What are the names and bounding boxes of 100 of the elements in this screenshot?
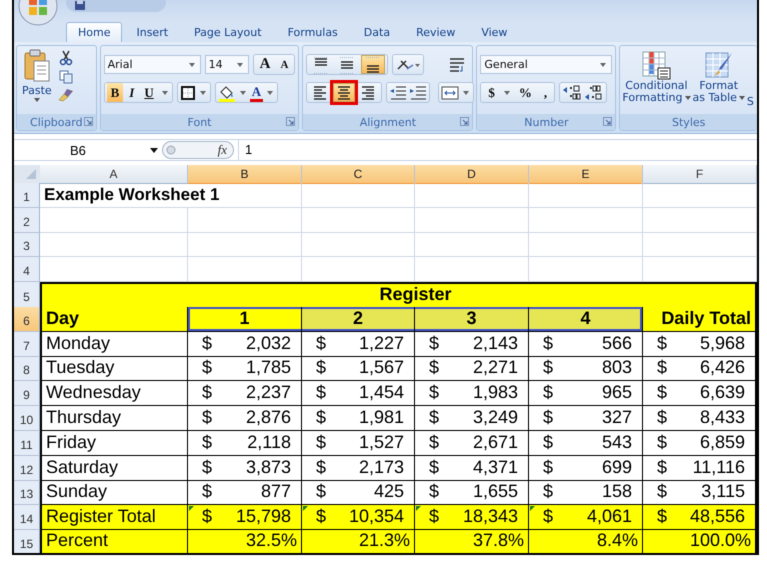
dialog-launcher-icon[interactable] xyxy=(460,117,470,126)
table-cell[interactable]: $ 6,859 xyxy=(643,430,757,456)
italic-button[interactable]: I xyxy=(125,83,138,102)
dialog-launcher-icon[interactable] xyxy=(603,117,612,126)
column-header[interactable]: A xyxy=(40,165,188,184)
scissors-icon[interactable] xyxy=(58,50,73,66)
currency-button[interactable]: $ xyxy=(483,83,500,102)
fill-color-icon[interactable] xyxy=(218,84,236,102)
caret-icon[interactable] xyxy=(200,90,206,94)
table-cell[interactable]: Register Total xyxy=(40,505,188,530)
underline-button[interactable]: U xyxy=(140,83,158,102)
table-cell[interactable]: 21.3% xyxy=(302,530,415,553)
table-cell[interactable]: $ 3,873 xyxy=(188,456,302,481)
table-cell[interactable]: $ 1,227 xyxy=(302,332,415,357)
table-cell[interactable]: $ 8,433 xyxy=(643,406,757,431)
table-cell[interactable]: 4 xyxy=(529,306,643,332)
ribbon-tab[interactable]: View xyxy=(469,22,520,42)
font-size-field[interactable]: 14 xyxy=(204,55,249,74)
table-cell[interactable]: $ 11,116 xyxy=(643,456,757,481)
table-cell[interactable]: Tuesday xyxy=(40,356,188,382)
table-cell[interactable]: $ 1,567 xyxy=(302,356,415,382)
table-cell[interactable]: $ 965 xyxy=(529,381,643,406)
table-cell[interactable]: 100.0% xyxy=(643,530,757,553)
table-cell[interactable]: 1 xyxy=(188,306,302,332)
table-cell[interactable]: $ 803 xyxy=(529,356,643,382)
ribbon-tab[interactable]: Formulas xyxy=(276,22,350,42)
bottom-align-button[interactable] xyxy=(361,55,386,74)
row-header[interactable]: 3 xyxy=(14,232,40,258)
font-name-field[interactable]: Arial xyxy=(104,55,201,74)
ribbon-tab[interactable]: Data xyxy=(352,22,402,42)
table-cell[interactable]: $ 2,173 xyxy=(302,456,415,481)
table-cell[interactable]: $ 2,237 xyxy=(188,381,302,406)
dialog-launcher-icon[interactable] xyxy=(84,117,93,126)
table-cell[interactable]: $ 1,983 xyxy=(415,381,529,406)
percent-button[interactable]: % xyxy=(514,83,537,102)
copy-icon[interactable] xyxy=(58,70,73,84)
insert-function-button[interactable]: fx xyxy=(218,142,227,158)
table-cell[interactable]: $ 2,143 xyxy=(415,332,529,357)
table-cell[interactable]: 37.8% xyxy=(415,530,529,553)
decrease-indent-icon[interactable] xyxy=(389,84,408,100)
conditional-formatting-button[interactable]: Conditional Formatting xyxy=(621,50,692,104)
table-cell[interactable]: 32.5% xyxy=(188,530,302,553)
row-header[interactable]: 11 xyxy=(14,430,40,456)
table-cell[interactable]: Percent xyxy=(40,530,188,553)
row-header[interactable]: 14 xyxy=(14,505,40,530)
comma-button[interactable]: , xyxy=(538,83,552,102)
row-header[interactable]: 6 xyxy=(14,306,40,332)
increase-decimal-icon[interactable] xyxy=(562,84,582,100)
table-cell[interactable]: $ 15,798 xyxy=(188,505,302,530)
wrap-text-icon[interactable] xyxy=(448,56,466,74)
number-format-field[interactable]: General xyxy=(480,55,612,74)
row-header[interactable]: 4 xyxy=(14,257,40,282)
table-cell[interactable]: $ 2,671 xyxy=(415,430,529,456)
table-cell[interactable]: Wednesday xyxy=(40,381,188,406)
table-cell[interactable]: $ 5,968 xyxy=(643,332,757,357)
borders-icon[interactable] xyxy=(180,84,196,100)
table-cell[interactable]: Saturday xyxy=(40,456,188,481)
table-cell[interactable]: $ 327 xyxy=(529,406,643,431)
table-cell[interactable]: $ 1,454 xyxy=(302,381,415,406)
table-cell[interactable]: $ 2,118 xyxy=(188,430,302,456)
save-icon[interactable] xyxy=(74,1,86,11)
formula-field[interactable]: 1 xyxy=(238,140,757,160)
row-header[interactable]: 13 xyxy=(14,480,40,506)
name-box[interactable]: B6 xyxy=(14,140,162,160)
table-cell[interactable]: $ 4,061 xyxy=(529,505,643,530)
row-header[interactable]: 7 xyxy=(14,332,40,357)
table-cell[interactable]: Example Worksheet 1 xyxy=(40,183,302,208)
table-cell[interactable]: $ 1,981 xyxy=(302,406,415,431)
table-cell[interactable]: Day xyxy=(40,306,188,332)
table-cell[interactable]: $ 2,032 xyxy=(188,332,302,357)
row-header[interactable]: 12 xyxy=(14,456,40,481)
table-cell[interactable]: $ 2,271 xyxy=(415,356,529,382)
grow-font-button[interactable]: A xyxy=(256,55,274,74)
table-cell[interactable]: $ 1,527 xyxy=(302,430,415,456)
font-color-button[interactable]: A xyxy=(250,84,264,102)
bold-button[interactable]: B xyxy=(106,83,124,102)
table-cell[interactable]: $ 18,343 xyxy=(415,505,529,530)
table-cell[interactable]: $ 10,354 xyxy=(302,505,415,530)
table-cell[interactable]: 8.4% xyxy=(529,530,643,553)
table-cell[interactable]: $ 2,876 xyxy=(188,406,302,431)
column-header[interactable]: B xyxy=(188,165,302,184)
table-cell[interactable]: Monday xyxy=(40,332,188,357)
decrease-decimal-icon[interactable] xyxy=(584,84,604,100)
ribbon-tab[interactable]: Review xyxy=(404,22,468,42)
column-header[interactable]: E xyxy=(529,165,643,184)
row-header[interactable]: 2 xyxy=(14,208,40,233)
shrink-font-button[interactable]: A xyxy=(276,55,292,74)
ribbon-tab[interactable]: Page Layout xyxy=(182,22,274,42)
formula-bar-grip[interactable]: fx xyxy=(162,141,234,159)
table-cell[interactable]: $ 6,426 xyxy=(643,356,757,382)
row-header[interactable]: 5 xyxy=(14,282,40,308)
table-cell[interactable]: $ 48,556 xyxy=(643,505,757,530)
row-header[interactable]: 9 xyxy=(14,381,40,406)
table-cell[interactable]: 3 xyxy=(415,306,529,332)
paste-button[interactable]: Paste xyxy=(20,49,54,114)
table-cell[interactable]: $ 6,639 xyxy=(643,381,757,406)
table-cell[interactable]: Friday xyxy=(40,430,188,456)
merge-center-icon[interactable] xyxy=(441,84,460,100)
caret-icon[interactable] xyxy=(267,90,274,94)
row-header[interactable]: 15 xyxy=(14,530,40,553)
